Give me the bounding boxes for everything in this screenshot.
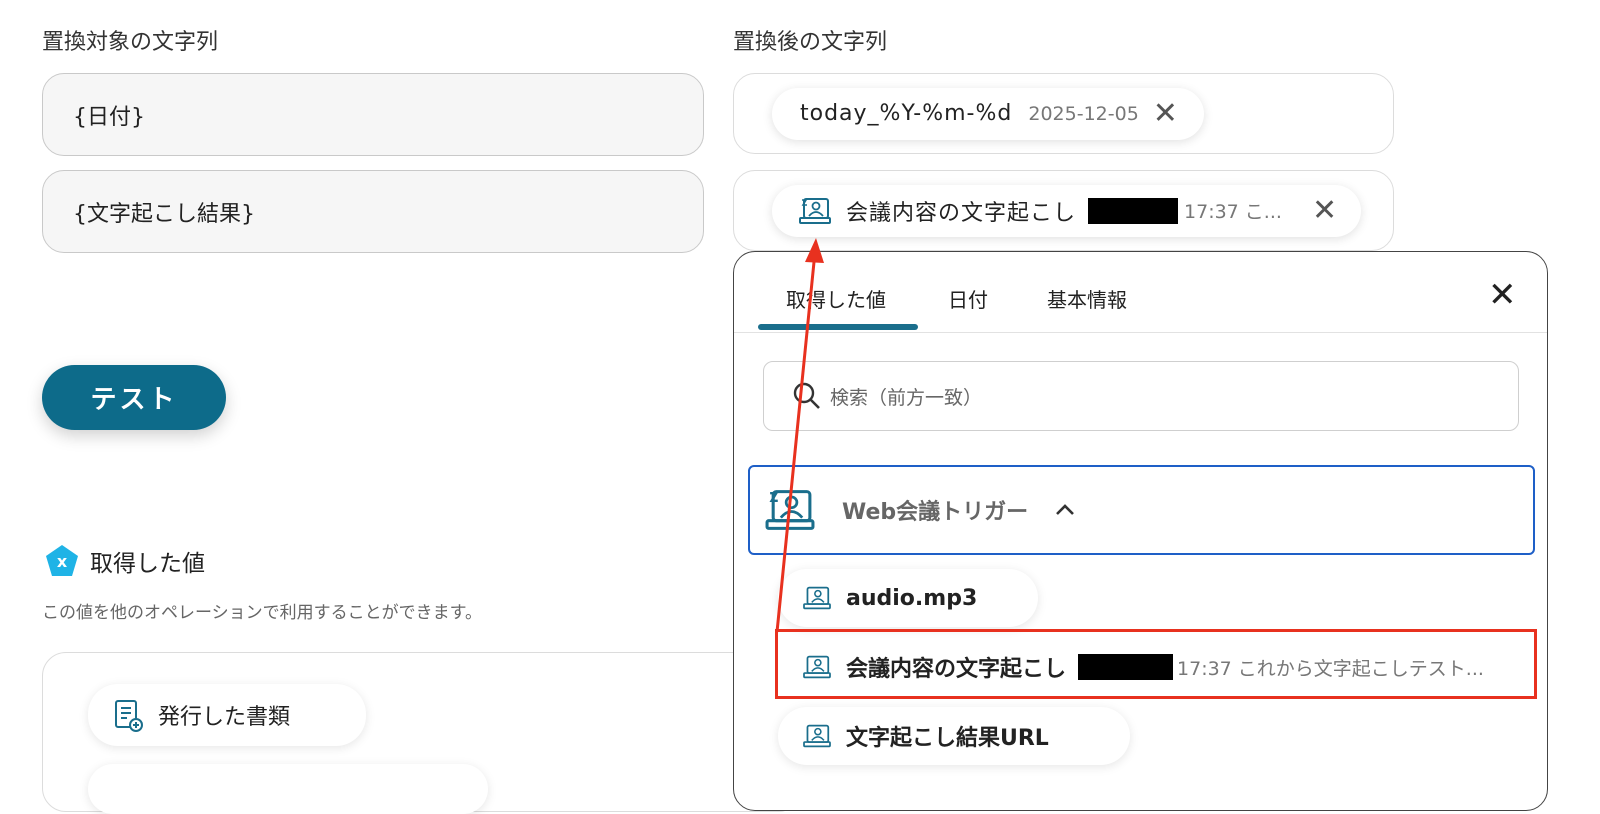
target-label: 置換対象の文字列 [42, 30, 219, 55]
tab-date[interactable]: 日付 [948, 284, 988, 313]
acquired-item-label: 発行した書類 [158, 705, 291, 730]
replace-label: 置換後の文字列 [733, 30, 888, 55]
target-field-date[interactable]: {日付} [42, 73, 704, 156]
redaction-block [1088, 197, 1179, 224]
list-item-transcript-url[interactable]: 文字起こし結果URL [778, 707, 1130, 765]
chip-token: today_%Y-%m-%d [800, 101, 1013, 126]
web-meeting-icon [765, 490, 815, 530]
tab-basic-info[interactable]: 基本情報 [1047, 284, 1127, 313]
value-picker-panel: 取得した値 日付 基本情報 ✕ 検索（前方一致） Web会議トリガー audio… [733, 251, 1548, 811]
web-meeting-icon [803, 586, 831, 610]
group-name: Web会議トリガー [842, 500, 1029, 525]
acquired-values-icon: x [46, 545, 78, 576]
acquired-values-header: x 取得した値 [44, 543, 205, 579]
active-tab-indicator [758, 324, 918, 330]
search-box[interactable]: 検索（前方一致） [763, 361, 1519, 431]
list-item-audio[interactable]: audio.mp3 [778, 569, 1038, 627]
remove-chip-icon[interactable]: ✕ [1312, 195, 1337, 226]
target-field-transcript[interactable]: {文字起こし結果} [42, 170, 704, 253]
remove-chip-icon[interactable]: ✕ [1153, 98, 1178, 129]
svg-text:x: x [57, 552, 68, 571]
list-item-name: audio.mp3 [846, 585, 978, 611]
tab-divider [734, 332, 1547, 333]
acquired-item-partial[interactable] [88, 764, 488, 814]
test-button[interactable]: テスト [42, 365, 226, 430]
group-web-meeting-trigger[interactable]: Web会議トリガー [748, 465, 1535, 555]
replace-field-date[interactable]: today_%Y-%m-%d 2025-12-05 ✕ [733, 73, 1394, 154]
chip-value: 2025-12-05 [1028, 102, 1139, 125]
replace-chip-transcript[interactable]: 会議内容の文字起こし 17:37 こ... ✕ [772, 184, 1362, 237]
search-icon [793, 382, 820, 409]
chip-token: 会議内容の文字起こし [846, 200, 1077, 226]
acquired-values-title: 取得した値 [90, 551, 205, 577]
chevron-up-icon[interactable] [1054, 503, 1076, 517]
document-icon [115, 700, 143, 732]
acquired-item-issued-doc[interactable]: 発行した書類 [88, 684, 366, 746]
replace-chip-date[interactable]: today_%Y-%m-%d 2025-12-05 ✕ [772, 87, 1204, 140]
list-item-name: 文字起こし結果URL [846, 726, 1049, 751]
acquired-values-desc: この値を他のオペレーションで利用することができます。 [42, 603, 482, 623]
close-icon[interactable]: ✕ [1488, 278, 1517, 312]
replace-field-transcript[interactable]: 会議内容の文字起こし 17:37 こ... ✕ [733, 170, 1394, 251]
web-meeting-icon [799, 197, 831, 224]
search-placeholder: 検索（前方一致） [830, 386, 983, 409]
web-meeting-icon [803, 724, 831, 748]
highlight-box [775, 629, 1537, 699]
tab-acquired-values[interactable]: 取得した値 [786, 284, 886, 313]
chip-value: 17:37 こ... [1184, 201, 1282, 223]
